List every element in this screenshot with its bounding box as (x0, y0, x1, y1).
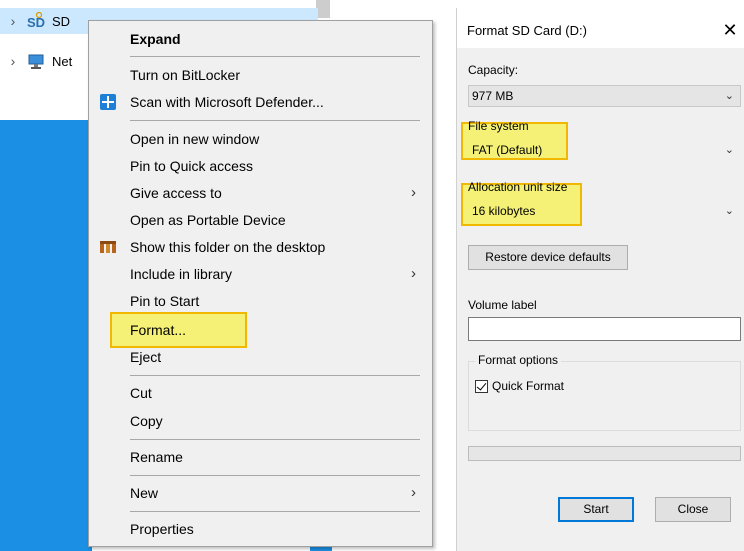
menu-item-give-access[interactable]: Give access to › (89, 179, 432, 206)
dialog-titlebar: Format SD Card (D:) ✕ (457, 8, 744, 48)
menu-item-new[interactable]: New › (89, 479, 432, 506)
close-button[interactable]: Close (655, 497, 731, 522)
tree-item-label: SD (52, 13, 71, 29)
format-options-label: Format options (475, 353, 562, 367)
allocation-value: 16 kilobytes (472, 204, 536, 218)
capacity-label: Capacity: (468, 63, 519, 77)
menu-separator (130, 511, 420, 512)
capacity-select[interactable]: 977 MB ⌄ (468, 85, 741, 107)
menu-item-label: Eject (130, 348, 162, 365)
chevron-right-icon[interactable]: › (0, 13, 26, 29)
capacity-value: 977 MB (472, 89, 514, 103)
chevron-right-icon: › (411, 184, 416, 201)
volume-label: Volume label (468, 298, 537, 312)
menu-item-open-portable-device[interactable]: Open as Portable Device (89, 206, 432, 233)
menu-item-show-on-desktop[interactable]: Show this folder on the desktop (89, 233, 432, 260)
menu-item-label: Turn on BitLocker (130, 66, 240, 83)
menu-item-format[interactable]: Format... (89, 316, 432, 343)
start-button[interactable]: Start (558, 497, 634, 522)
menu-item-label: Expand (130, 30, 181, 47)
filesystem-label: File system (468, 119, 529, 133)
menu-item-label: Scan with Microsoft Defender... (130, 93, 324, 110)
volume-label-input[interactable] (468, 317, 741, 341)
chevron-right-icon[interactable]: › (0, 53, 26, 69)
menu-item-scan-defender[interactable]: Scan with Microsoft Defender... (89, 88, 432, 115)
dialog-title: Format SD Card (D:) (467, 23, 587, 38)
menu-item-label: Pin to Quick access (130, 157, 253, 174)
chevron-down-icon: ⌄ (724, 90, 734, 102)
allocation-label: Allocation unit size (468, 180, 568, 194)
chevron-down-icon: ⌄ (724, 144, 734, 156)
chevron-right-icon: › (411, 484, 416, 501)
network-icon (26, 52, 48, 70)
scrollbar-thumb[interactable] (316, 0, 330, 18)
quick-format-label: Quick Format (492, 379, 565, 393)
defender-shield-icon (99, 93, 117, 111)
menu-item-label: Include in library (130, 265, 232, 282)
allocation-select[interactable]: 16 kilobytes ⌄ (468, 200, 741, 222)
menu-item-include-library[interactable]: Include in library › (89, 260, 432, 287)
close-icon[interactable]: ✕ (715, 17, 744, 43)
menu-item-label: Pin to Start (130, 292, 200, 309)
menu-item-label: Properties (130, 520, 194, 537)
menu-item-turn-on-bitlocker[interactable]: Turn on BitLocker (89, 61, 432, 88)
format-options-group (468, 361, 741, 431)
filesystem-value: FAT (Default) (472, 143, 543, 157)
checkbox-checked-icon[interactable] (475, 379, 488, 393)
menu-separator (130, 56, 420, 57)
menu-item-cut[interactable]: Cut (89, 379, 432, 406)
menu-item-rename[interactable]: Rename (89, 443, 432, 470)
menu-item-label: Give access to (130, 184, 222, 201)
menu-separator (130, 120, 420, 121)
menu-item-label: Show this folder on the desktop (130, 238, 326, 255)
quick-format-checkbox[interactable]: Quick Format (475, 379, 564, 393)
chevron-down-icon: ⌄ (724, 205, 734, 217)
format-dialog: Format SD Card (D:) ✕ Capacity: 977 MB ⌄… (456, 8, 744, 551)
menu-item-label: Cut (130, 384, 152, 401)
svg-text:SD: SD (27, 15, 45, 30)
app-logo-icon (99, 238, 117, 256)
context-menu: Expand Turn on BitLocker Scan with Micro… (88, 20, 433, 547)
menu-item-label: Open in new window (130, 130, 260, 147)
menu-separator (130, 475, 420, 476)
menu-item-label: Format... (130, 321, 187, 338)
menu-item-label: Copy (130, 412, 163, 429)
tree-item-label: Net (52, 53, 73, 69)
format-progress-bar (468, 446, 741, 461)
desktop-background (0, 120, 92, 551)
menu-item-label: New (130, 484, 159, 501)
menu-item-label: Rename (130, 448, 183, 465)
menu-item-expand[interactable]: Expand (89, 25, 432, 52)
menu-item-label: Open as Portable Device (130, 211, 286, 228)
menu-item-pin-quick-access[interactable]: Pin to Quick access (89, 152, 432, 179)
sd-card-icon: SD (26, 11, 48, 30)
menu-separator (130, 375, 420, 376)
menu-separator (130, 439, 420, 440)
menu-item-eject[interactable]: Eject (89, 343, 432, 370)
menu-item-properties[interactable]: Properties (89, 515, 432, 542)
restore-defaults-button[interactable]: Restore device defaults (468, 245, 628, 270)
menu-item-open-new-window[interactable]: Open in new window (89, 125, 432, 152)
menu-item-copy[interactable]: Copy (89, 407, 432, 434)
filesystem-select[interactable]: FAT (Default) ⌄ (468, 139, 741, 161)
menu-item-pin-to-start[interactable]: Pin to Start (89, 287, 432, 314)
chevron-right-icon: › (411, 265, 416, 282)
